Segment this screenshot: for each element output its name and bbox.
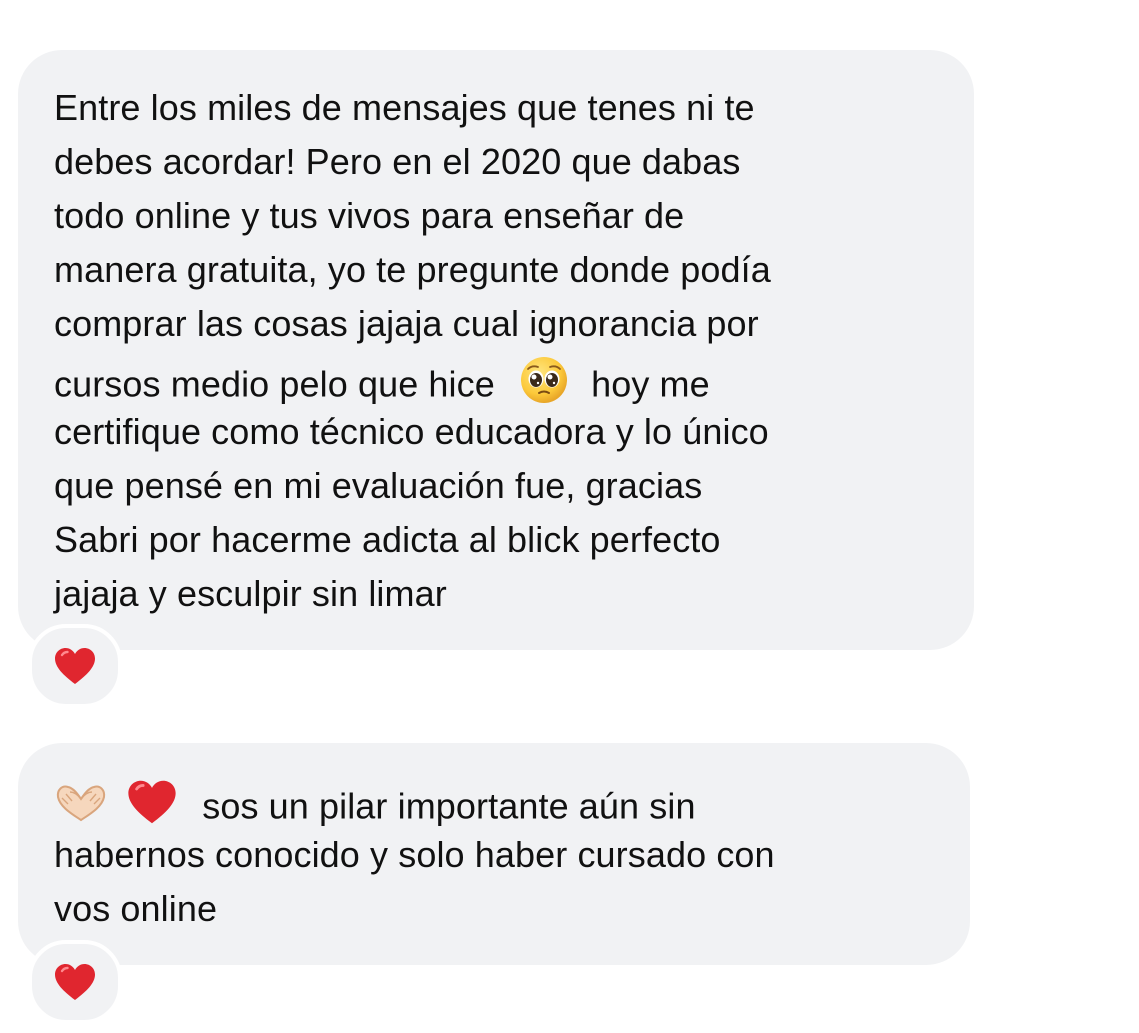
red-heart-icon <box>55 648 95 684</box>
pleading-face-emoji-icon <box>519 355 569 413</box>
message-text-line: certifique como técnico educadora y lo ú… <box>54 411 769 452</box>
message-text-fragment: hoy me <box>591 363 710 405</box>
message-text-fragment: cursos medio pelo que hice <box>54 363 495 405</box>
message-text-line: vos online <box>54 888 218 929</box>
message-reaction[interactable] <box>28 940 122 1024</box>
message-text-line: todo online y tus vivos para enseñar de <box>54 195 685 236</box>
heart-hands-emoji-icon <box>54 780 108 832</box>
message-text-line: Entre los miles de mensajes que tenes ni… <box>54 87 755 128</box>
message-text-line: habernos conocido y solo haber cursado c… <box>54 834 775 875</box>
message-text-line: jajaja y esculpir sin limar <box>54 573 447 614</box>
message-text-line: Sabri por hacerme adicta al blick perfec… <box>54 519 721 560</box>
message-reaction[interactable] <box>28 624 122 708</box>
message-text-line: manera gratuita, yo te pregunte donde po… <box>54 249 771 290</box>
message-text-line-with-emoji: cursos medio pelo que hice hoy me <box>54 355 710 416</box>
red-heart-icon <box>55 964 95 1000</box>
message-bubble[interactable]: Entre los miles de mensajes que tenes ni… <box>18 50 974 650</box>
message-text-line: comprar las cosas jajaja cual ignorancia… <box>54 303 759 344</box>
red-heart-emoji-icon <box>126 778 178 834</box>
message-text-fragment: sos un pilar importante aún sin <box>202 785 696 827</box>
message-text-line: que pensé en mi evaluación fue, gracias <box>54 465 703 506</box>
message-text-line: debes acordar! Pero en el 2020 que dabas <box>54 141 741 182</box>
message-bubble[interactable]: sos un pilar importante aún sin habernos… <box>18 743 970 965</box>
message-text-line-with-emoji: sos un pilar importante aún sin <box>54 778 696 837</box>
